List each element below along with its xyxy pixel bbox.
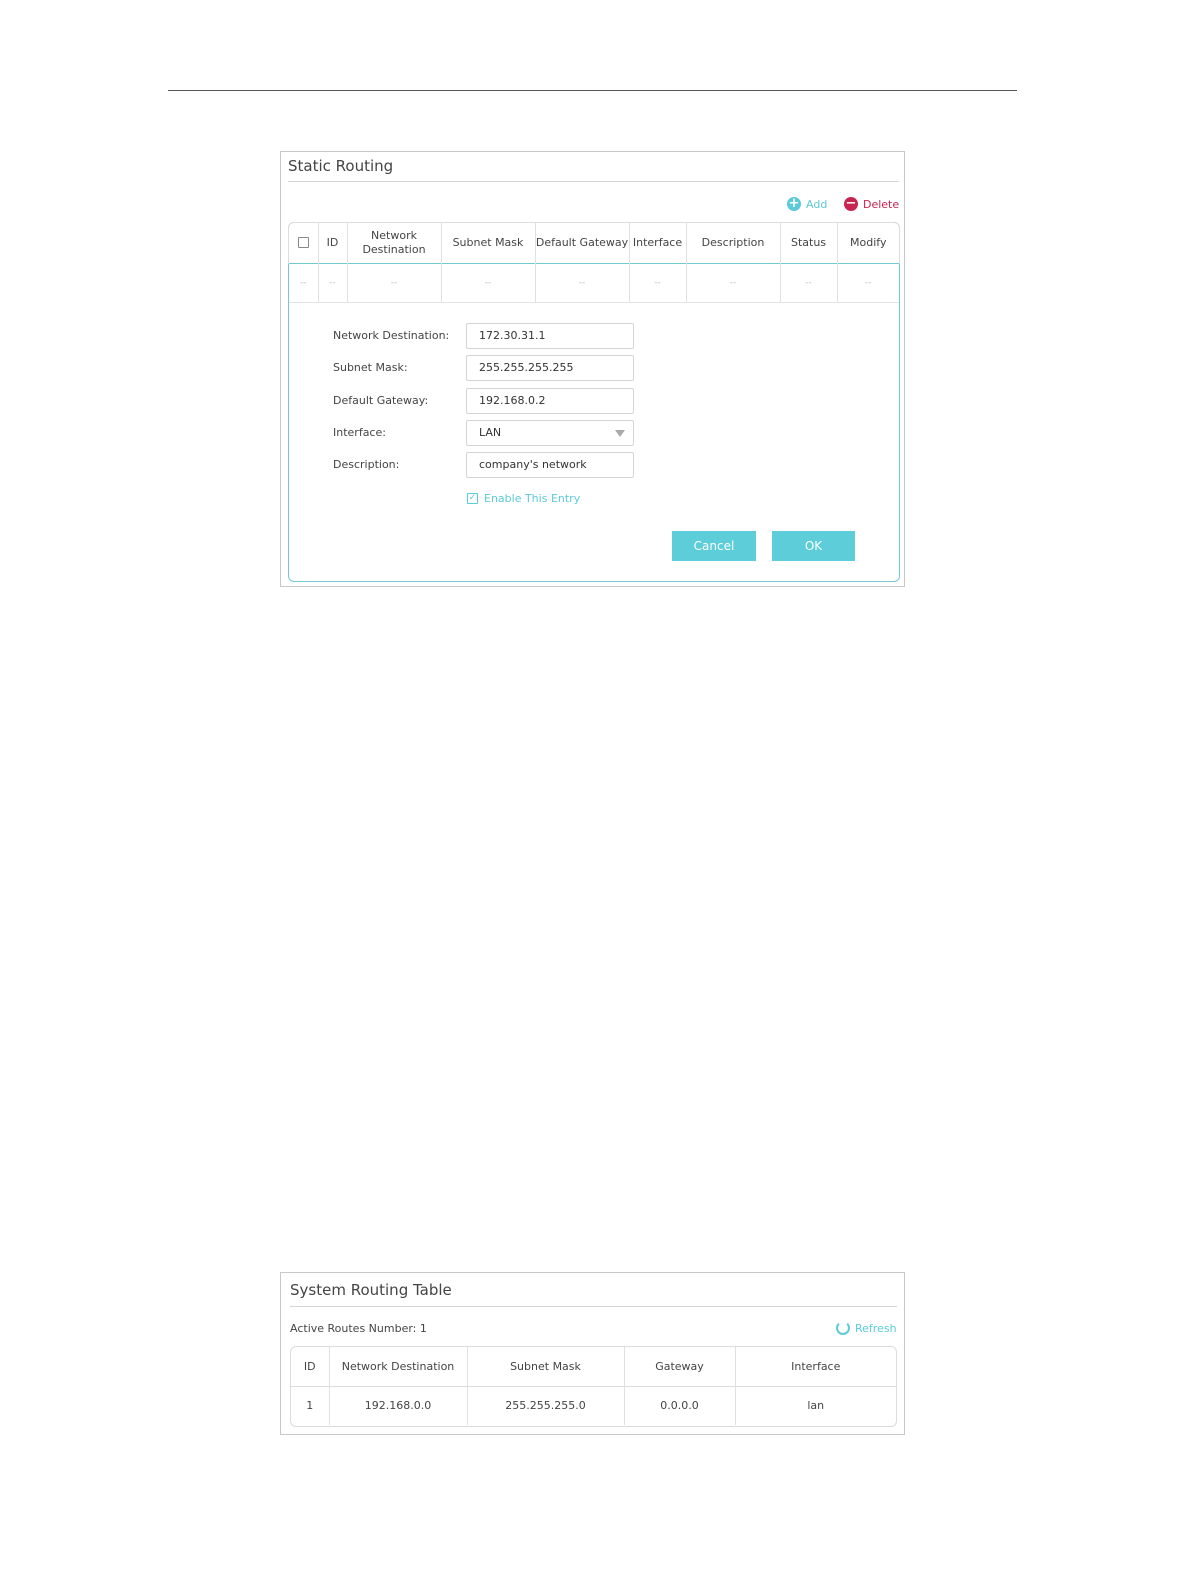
select-all-cell	[289, 223, 318, 263]
delete-button[interactable]: − Delete	[844, 197, 899, 211]
refresh-label: Refresh	[855, 1321, 897, 1335]
cell-gateway: 0.0.0.0	[623, 1386, 735, 1425]
default-gateway-label: Default Gateway:	[333, 394, 429, 407]
col-modify: Modify	[836, 223, 899, 263]
table-cell: --	[346, 263, 441, 302]
cell-network-destination: 192.168.0.0	[328, 1386, 467, 1425]
plus-circle-icon: +	[787, 196, 801, 211]
ok-button[interactable]: OK	[772, 531, 855, 561]
title-divider	[290, 1306, 897, 1307]
table-cell: --	[440, 263, 535, 302]
page-top-rule	[168, 90, 1017, 91]
col-id: ID	[303, 1359, 316, 1373]
cell-interface: lan	[734, 1386, 896, 1425]
active-routes-count: 1	[419, 1322, 427, 1335]
table-cell: --	[836, 263, 899, 302]
col-id: ID	[317, 223, 347, 263]
refresh-button[interactable]: Refresh	[836, 1321, 897, 1335]
description-input[interactable]: company's network	[466, 452, 634, 478]
system-routing-table-panel: System Routing Table Active Routes Numbe…	[280, 1272, 905, 1435]
subnet-mask-input[interactable]: 255.255.255.255	[466, 355, 634, 381]
table-row: 1 192.168.0.0 255.255.255.0 0.0.0.0 lan	[291, 1386, 896, 1425]
cancel-button[interactable]: Cancel	[672, 531, 756, 561]
minus-circle-icon: −	[844, 196, 858, 211]
table-cell: --	[779, 263, 837, 302]
interface-select[interactable]: LAN	[466, 420, 634, 446]
table-cell: --	[534, 263, 629, 302]
table-header-row: ID Network Destination Subnet Mask Gatew…	[291, 1347, 896, 1386]
col-network-destination-line1: Network	[371, 228, 417, 242]
title-divider	[288, 181, 899, 182]
table-cell: --	[685, 263, 780, 302]
static-routing-table: ID Network Destination Subnet Mask Defaul…	[289, 223, 899, 303]
col-network-destination: Network Destination	[328, 1347, 467, 1386]
table-row: -- -- -- -- -- -- -- -- --	[289, 263, 899, 302]
active-routes-label: Active Routes Number:	[290, 1322, 417, 1335]
col-status: Status	[779, 223, 837, 263]
select-all-checkbox[interactable]	[297, 237, 309, 249]
add-label: Add	[806, 197, 828, 211]
checkmark-icon: ✓	[467, 493, 478, 504]
interface-selected-value: LAN	[479, 426, 502, 439]
description-label: Description:	[333, 458, 400, 471]
enable-entry-label: Enable This Entry	[484, 492, 581, 505]
col-description: Description	[685, 223, 780, 263]
table-header-row: ID Network Destination Subnet Mask Defaul…	[289, 223, 899, 263]
static-routing-panel: Static Routing + Add − Delete ID Network…	[280, 151, 905, 587]
col-interface: Interface	[628, 223, 686, 263]
cell-subnet-mask: 255.255.255.0	[466, 1386, 624, 1425]
col-network-destination-line2: Destination	[362, 242, 426, 256]
subnet-mask-label: Subnet Mask:	[333, 361, 408, 374]
delete-label: Delete	[863, 197, 900, 211]
col-default-gateway: Default Gateway	[534, 223, 629, 263]
network-destination-input[interactable]: 172.30.31.1	[466, 323, 634, 349]
panel-title: Static Routing	[288, 157, 394, 175]
table-cell: --	[317, 263, 347, 302]
col-subnet-mask: Subnet Mask	[440, 223, 535, 263]
panel-title: System Routing Table	[290, 1281, 452, 1299]
col-subnet-mask: Subnet Mask	[466, 1347, 624, 1386]
refresh-icon	[836, 1321, 850, 1335]
chevron-down-icon	[615, 430, 625, 437]
add-button[interactable]: + Add	[787, 197, 827, 211]
enable-entry-checkbox[interactable]: ✓ Enable This Entry	[467, 492, 580, 505]
interface-label: Interface:	[333, 426, 386, 439]
default-gateway-input[interactable]: 192.168.0.2	[466, 388, 634, 414]
network-destination-label: Network Destination:	[333, 329, 450, 342]
active-routes-number: Active Routes Number: 1	[290, 1322, 427, 1335]
col-gateway: Gateway	[623, 1347, 735, 1386]
table-cell: --	[300, 277, 307, 288]
cell-id: 1	[306, 1399, 314, 1413]
col-network-destination: Network Destination	[346, 223, 441, 263]
table-cell: --	[628, 263, 686, 302]
system-routing-table: ID Network Destination Subnet Mask Gatew…	[291, 1347, 896, 1425]
col-interface: Interface	[734, 1347, 896, 1386]
